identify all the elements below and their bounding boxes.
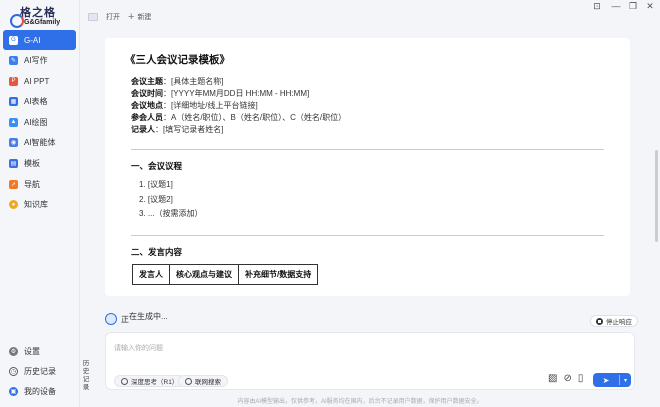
history-icon: ◷ xyxy=(9,366,18,376)
paint-icon: ▲ xyxy=(9,117,18,127)
sidebar-item-label: AI PPT xyxy=(24,76,50,86)
sidebar-item-label: 我的设备 xyxy=(24,386,56,396)
sidebar-item-knowledge[interactable]: ● 知识库 xyxy=(3,195,76,215)
send-button[interactable]: ➤ ▾ xyxy=(593,373,631,387)
brand-ring-icon xyxy=(10,14,24,28)
sidebar-item-ai-sheet[interactable]: ▦ AI表格 xyxy=(3,92,76,112)
pin-icon[interactable]: ⊡ xyxy=(588,0,606,12)
attachment-icon[interactable]: ⊘ xyxy=(563,373,571,384)
close-button[interactable]: ✕ xyxy=(641,0,659,12)
sidebar-nav: G G-AI ✎ AI写作 P AI PPT ▦ AI表格 ▲ AI绘图 ◉ A… xyxy=(0,30,79,215)
pen-icon: ✎ xyxy=(9,56,18,66)
sidebar-item-label: 历史记录 xyxy=(24,366,56,376)
list-item: 2. [议题2] xyxy=(139,194,173,204)
agent-icon: ◉ xyxy=(9,138,18,148)
table-header: 补充细节/数据支持 xyxy=(237,263,319,285)
sidebar-item-template[interactable]: ▤ 模板 xyxy=(3,154,76,174)
generating-status: 正在生成中... xyxy=(105,312,168,325)
gear-icon: ⚙ xyxy=(9,346,18,356)
image-upload-icon[interactable]: ▨ xyxy=(548,373,557,384)
sidebar-item-gai[interactable]: G G-AI xyxy=(3,30,76,50)
device-icon: ▣ xyxy=(9,386,18,396)
sidebar-item-history[interactable]: ◷ 历史记录 xyxy=(3,361,76,381)
file-icon[interactable]: ▯ xyxy=(578,373,584,384)
disclaimer-text: 内容由AI模型输出，仅供参考，AI服务均在国内，后台不记录用户数据，保护用户数据… xyxy=(237,399,483,405)
section-agenda-title: 一、会议议程 xyxy=(131,161,183,171)
sidebar-item-label: 模板 xyxy=(24,159,40,169)
sidebar-item-ai-agent[interactable]: ◉ AI智能体 xyxy=(3,133,76,153)
sidebar-item-ai-writing[interactable]: ✎ AI写作 xyxy=(3,51,76,71)
sidebar-item-label: 导航 xyxy=(24,179,40,189)
section-speech-title: 二、发言内容 xyxy=(131,246,183,257)
folder-icon xyxy=(88,13,98,21)
sidebar-item-label: AI写作 xyxy=(24,56,48,66)
chat-input-box: 请输入你的问题 深度思考（R1） 联网搜索 ▨ ⊘ ▯ ➤ ▾ xyxy=(105,332,635,390)
assistant-avatar-icon xyxy=(105,313,117,325)
meta-attendees: 参会人员：A（姓名/职位）、B（姓名/职位）、C（姓名/职位） xyxy=(131,113,347,122)
web-search-label: 联网搜索 xyxy=(195,379,221,386)
stop-icon xyxy=(596,317,603,325)
stop-response-button[interactable]: 停止响应 xyxy=(590,315,638,327)
sidebar-item-label: AI表格 xyxy=(24,97,48,107)
sidebar-item-settings[interactable]: ⚙ 设置 xyxy=(3,341,76,361)
new-label: 新建 xyxy=(137,14,152,21)
document-panel: 《三人会议记录模板》 会议主题：[具体主题名称] 会议时间：[YYYY年MM月D… xyxy=(105,38,630,296)
template-icon: ▤ xyxy=(9,159,18,169)
chat-input[interactable]: 请输入你的问题 xyxy=(114,343,163,353)
ppt-icon: P xyxy=(9,76,18,86)
sidebar-item-label: 知识库 xyxy=(24,200,48,210)
sheet-icon: ▦ xyxy=(9,97,18,107)
new-button[interactable]: + 新建 xyxy=(128,11,152,23)
chevron-down-icon[interactable]: ▾ xyxy=(620,377,631,384)
sidebar-item-ai-ppt[interactable]: P AI PPT xyxy=(3,71,76,91)
brain-icon xyxy=(121,377,128,385)
generating-text: 正在生成中... xyxy=(121,312,168,324)
table-row: 发言人 核心观点与建议 补充细节/数据支持 xyxy=(132,263,319,285)
list-item: 1. [议题1] xyxy=(139,180,173,189)
table-header: 核心观点与建议 xyxy=(169,263,239,285)
web-search-toggle[interactable]: 联网搜索 xyxy=(178,375,228,387)
speech-table: 发言人 核心观点与建议 补充细节/数据支持 xyxy=(132,263,616,285)
brand-logo: 格之格 G&Gfamily xyxy=(0,0,79,30)
sidebar-bottom: ⚙ 设置 ◷ 历史记录 ▣ 我的设备 xyxy=(3,341,76,401)
sidebar-item-label: AI绘图 xyxy=(24,117,48,127)
input-tools: ▨ ⊘ ▯ xyxy=(548,373,583,384)
table-header: 发言人 xyxy=(132,263,170,285)
history-toggle[interactable]: 历史记录 xyxy=(80,360,92,392)
sidebar: 格之格 G&Gfamily G G-AI ✎ AI写作 P AI PPT ▦ A… xyxy=(0,0,80,407)
send-icon: ➤ xyxy=(602,375,610,385)
restore-button[interactable]: ❐ xyxy=(624,0,642,12)
stop-label: 停止响应 xyxy=(606,319,632,326)
meta-time: 会议时间：[YYYY年MM月DD日 HH:MM - HH:MM] xyxy=(131,89,310,98)
sidebar-item-navigation[interactable]: ➚ 导航 xyxy=(3,174,76,194)
meta-location: 会议地点：[详细地址/线上平台链接] xyxy=(131,101,258,110)
divider xyxy=(131,234,604,236)
open-button[interactable]: 打开 xyxy=(88,12,120,22)
nav-icon: ➚ xyxy=(9,179,18,189)
deep-think-toggle[interactable]: 深度思考（R1） xyxy=(114,375,186,387)
divider xyxy=(131,149,604,150)
list-item: 3. ...（按需添加） xyxy=(139,209,203,218)
deep-think-label: 深度思考（R1） xyxy=(131,379,179,386)
agenda-list: 1. [议题1] 2. [议题2] 3. ...（按需添加） xyxy=(139,178,616,222)
globe-icon xyxy=(185,377,192,385)
knowledge-icon: ● xyxy=(9,200,18,210)
sidebar-item-label: 设置 xyxy=(24,346,40,356)
sidebar-item-label: AI智能体 xyxy=(24,138,56,148)
sidebar-item-ai-paint[interactable]: ▲ AI绘图 xyxy=(3,112,76,132)
meta-topic: 会议主题：[具体主题名称] xyxy=(131,77,224,86)
top-toolbar: 打开 + 新建 xyxy=(80,0,660,30)
scrollbar[interactable] xyxy=(655,150,658,242)
gai-icon: G xyxy=(9,35,18,45)
document-title: 《三人会议记录模板》 xyxy=(125,54,230,66)
meta-recorder: 记录人：[填写记录者姓名] xyxy=(131,125,224,134)
minimize-button[interactable]: — xyxy=(607,0,625,12)
sidebar-item-label: G-AI xyxy=(24,35,41,45)
open-label: 打开 xyxy=(106,14,120,21)
plus-icon: + xyxy=(128,11,135,23)
